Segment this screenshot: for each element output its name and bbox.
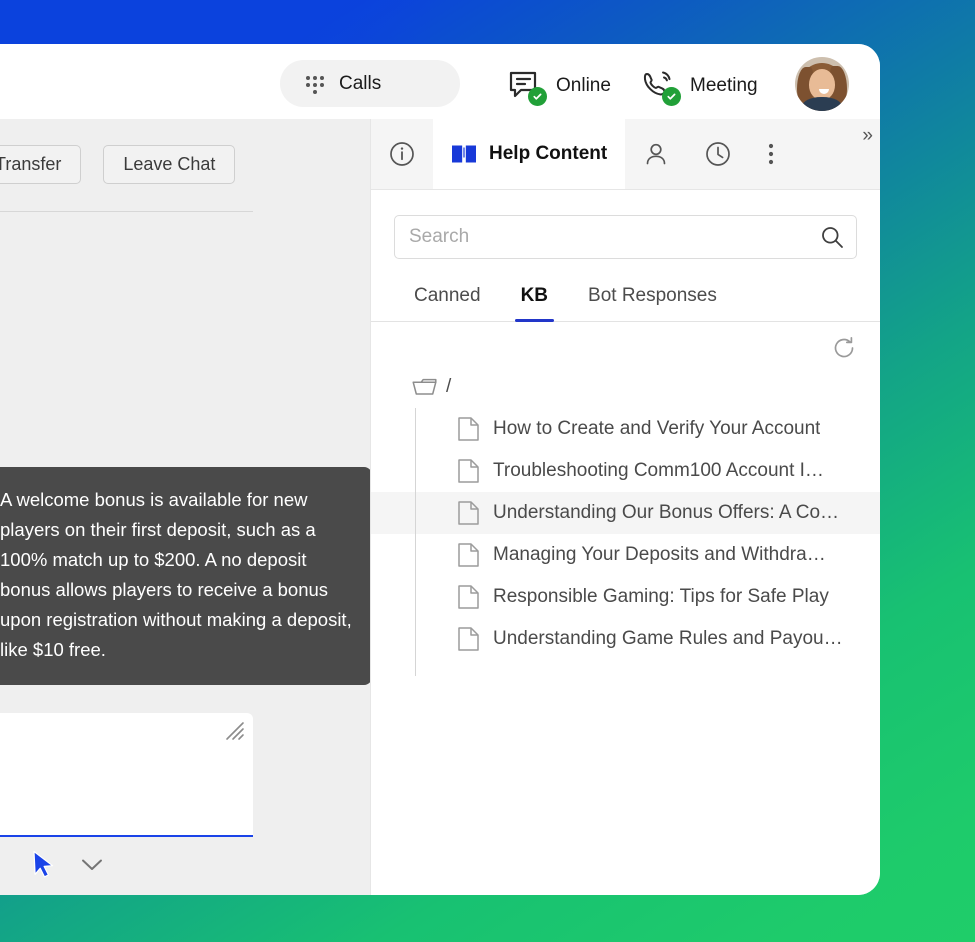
calls-label: Calls xyxy=(339,72,382,94)
top-bar: Calls Online Meeting xyxy=(0,44,880,119)
chat-bubble-check-icon xyxy=(508,69,547,106)
chat-action-bar: Transfer Leave Chat xyxy=(0,119,370,184)
message-composer[interactable] xyxy=(0,713,253,837)
info-circle-icon xyxy=(389,141,415,167)
clock-icon xyxy=(705,141,731,167)
document-icon xyxy=(458,585,479,609)
person-icon xyxy=(643,141,669,167)
kb-tree-children: How to Create and Verify Your Account Tr… xyxy=(371,408,880,676)
list-item-label: Responsible Gaming: Tips for Safe Play xyxy=(493,586,829,607)
grid-dots-icon xyxy=(305,75,325,94)
article-preview-tooltip: A welcome bonus is available for new pla… xyxy=(0,467,386,685)
list-item-label: Understanding Our Bonus Offers: A Co… xyxy=(493,502,840,523)
avatar[interactable] xyxy=(795,57,849,111)
window-body: Transfer Leave Chat A welcome bonus is a… xyxy=(0,119,880,895)
list-item[interactable]: Understanding Game Rules and Payou… xyxy=(371,618,880,660)
status-online-label: Online xyxy=(556,75,611,96)
chat-divider xyxy=(0,211,253,212)
list-item[interactable]: How to Create and Verify Your Account xyxy=(371,408,880,450)
tab-info[interactable] xyxy=(371,119,433,189)
list-item[interactable]: Managing Your Deposits and Withdra… xyxy=(371,534,880,576)
phone-ring-check-icon xyxy=(642,69,681,106)
list-item-selected[interactable]: Understanding Our Bonus Offers: A Co… xyxy=(371,492,880,534)
cursor-pointer-icon xyxy=(31,850,57,880)
composer-toolbar xyxy=(0,841,253,889)
refresh-icon[interactable] xyxy=(832,336,856,360)
kb-tree-root-label: / xyxy=(446,376,452,397)
more-vertical-icon xyxy=(767,141,775,167)
leave-chat-button[interactable]: Leave Chat xyxy=(103,145,236,184)
list-item[interactable]: Troubleshooting Comm100 Account I… xyxy=(371,450,880,492)
calls-button[interactable]: Calls xyxy=(280,60,460,107)
transfer-button[interactable]: Transfer xyxy=(0,145,82,184)
desktop-background: Calls Online Meeting Transfer Leave Chat… xyxy=(0,0,975,942)
resize-handle-icon[interactable] xyxy=(225,721,245,741)
list-item-label: Managing Your Deposits and Withdra… xyxy=(493,544,826,565)
list-item-label: Troubleshooting Comm100 Account I… xyxy=(493,460,824,481)
panel-tab-bar: Help Content » xyxy=(371,119,880,190)
folder-icon xyxy=(412,377,437,397)
status-online-button[interactable]: Online xyxy=(508,69,611,106)
kb-tab-kb[interactable]: KB xyxy=(501,281,568,322)
search-area xyxy=(371,190,880,259)
list-item-label: How to Create and Verify Your Account xyxy=(493,418,821,439)
kb-tab-bar: Canned KB Bot Responses xyxy=(371,259,880,322)
tab-history[interactable] xyxy=(687,119,749,189)
kb-tree-root[interactable]: / xyxy=(371,372,880,402)
kb-tab-canned[interactable]: Canned xyxy=(394,281,501,321)
document-icon xyxy=(458,501,479,525)
search-input[interactable] xyxy=(409,226,820,248)
document-icon xyxy=(458,417,479,441)
check-badge-icon xyxy=(528,87,547,106)
kb-tab-bot-responses[interactable]: Bot Responses xyxy=(568,281,737,321)
document-icon xyxy=(458,627,479,651)
app-window: Calls Online Meeting Transfer Leave Chat… xyxy=(0,44,880,895)
tab-more-options[interactable] xyxy=(749,119,793,189)
check-badge-icon xyxy=(662,87,681,106)
expand-panel-icon[interactable]: » xyxy=(862,125,872,147)
composer-chevron-down-icon[interactable] xyxy=(79,852,105,878)
tooltip-text: A welcome bonus is available for new pla… xyxy=(0,489,352,660)
help-panel: Help Content » Search Canned KB Bot Resp… xyxy=(370,119,880,895)
search-icon[interactable] xyxy=(820,225,844,249)
tab-visitor[interactable] xyxy=(625,119,687,189)
document-icon xyxy=(458,543,479,567)
refresh-row xyxy=(371,322,880,360)
status-meeting-label: Meeting xyxy=(690,75,758,96)
list-item[interactable]: Responsible Gaming: Tips for Safe Play xyxy=(371,576,880,618)
status-meeting-button[interactable]: Meeting xyxy=(642,69,758,106)
tree-guide-line xyxy=(415,408,416,676)
list-item-label: Understanding Game Rules and Payou… xyxy=(493,628,843,649)
search-box[interactable] xyxy=(394,215,857,259)
kb-tree: / How to Create and Verify Your Account … xyxy=(371,360,880,676)
chat-pane: Transfer Leave Chat A welcome bonus is a… xyxy=(0,119,386,895)
tab-help-content[interactable]: Help Content xyxy=(433,119,626,189)
tab-help-content-label: Help Content xyxy=(489,143,608,164)
book-icon xyxy=(451,143,477,165)
document-icon xyxy=(458,459,479,483)
